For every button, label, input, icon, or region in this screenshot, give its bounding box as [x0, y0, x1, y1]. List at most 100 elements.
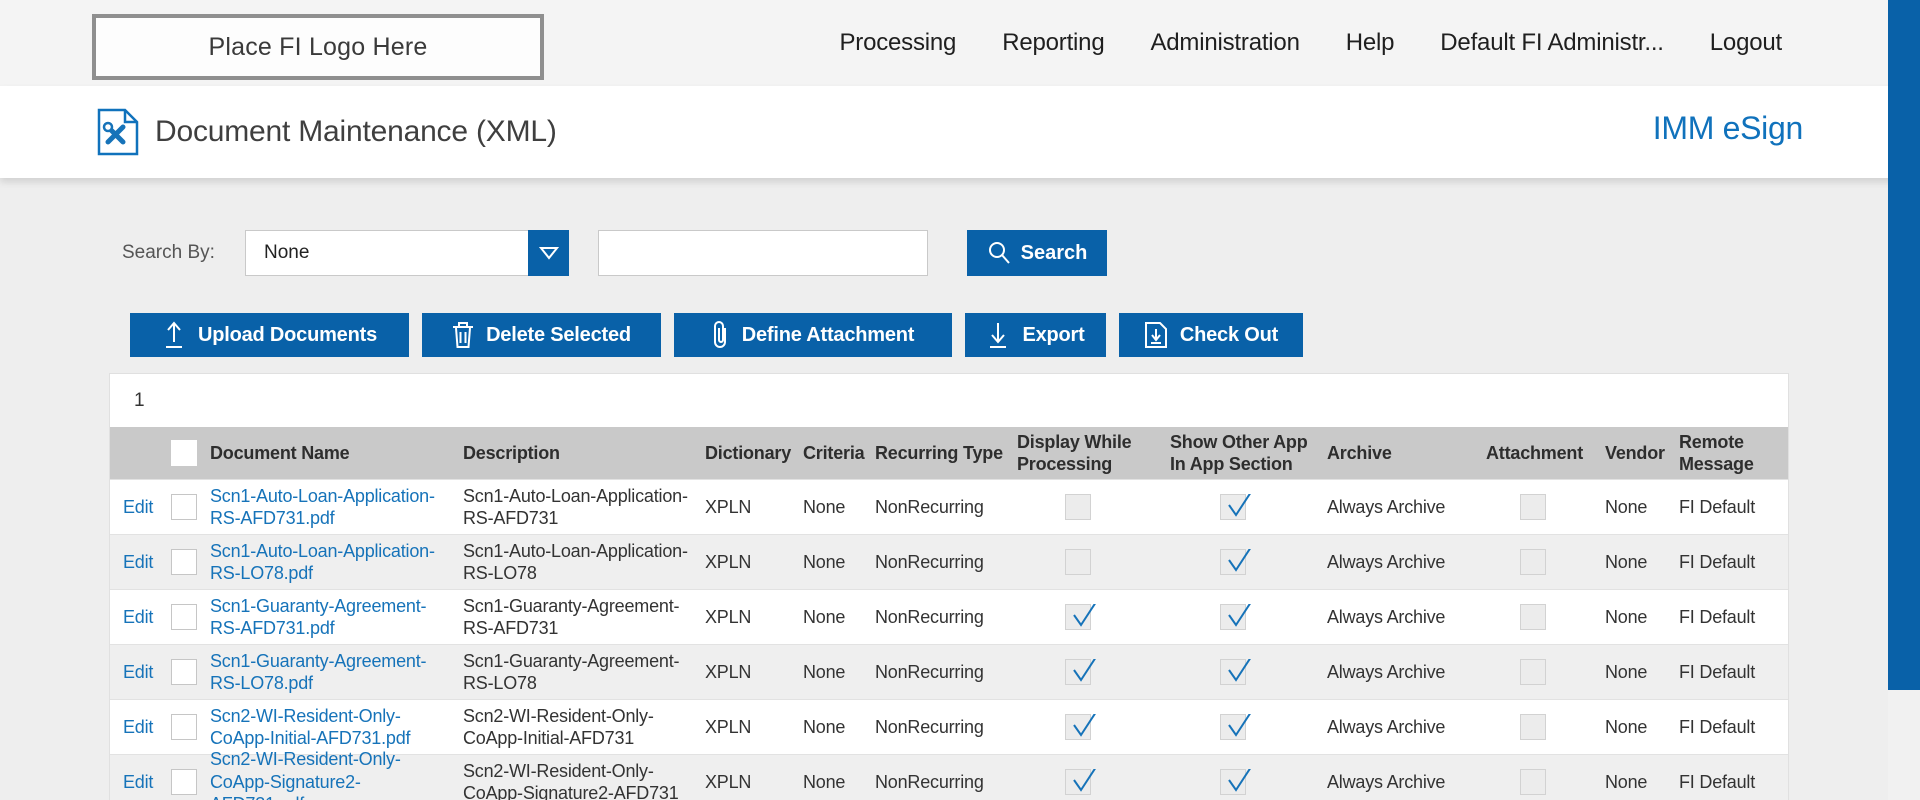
cell-desc: Scn1-Guaranty-Agreement-RS-AFD731 [458, 595, 698, 640]
row-select-checkbox[interactable] [171, 714, 197, 740]
cell-ven: None [1593, 716, 1668, 739]
select-all-checkbox[interactable] [171, 440, 197, 466]
nav-item-logout[interactable]: Logout [1710, 29, 1782, 57]
chevron-down-icon[interactable] [528, 230, 569, 276]
cell-desc: Scn2-WI-Resident-Only-CoApp-Initial-AFD7… [458, 705, 698, 750]
cell-name: Scn1-Guaranty-Agreement-RS-LO78.pdf [206, 650, 458, 695]
cell-dict: XPLN [698, 496, 793, 519]
cell-desc: Scn2-WI-Resident-Only-CoApp-Signature2-A… [458, 760, 698, 800]
nav-item-help[interactable]: Help [1346, 29, 1395, 57]
document-name-link[interactable]: Scn1-Guaranty-Agreement-RS-LO78.pdf [210, 650, 450, 695]
document-name-link[interactable]: Scn2-WI-Resident-Only-CoApp-Signature2-A… [210, 748, 450, 800]
table-row: EditScn1-Guaranty-Agreement-RS-LO78.pdfS… [110, 644, 1788, 699]
cell-check [161, 604, 206, 630]
document-name-link[interactable]: Scn1-Auto-Loan-Application-RS-LO78.pdf [210, 540, 450, 585]
cell-edit: Edit [110, 661, 161, 684]
table-row: Edit Scn1-Guaranty-Agreement-RS-AFD731.pd… [110, 589, 1788, 644]
header-select-all [161, 440, 206, 466]
cell-crit: None [793, 661, 863, 684]
cell-att [1473, 604, 1593, 630]
scrollbar-thumb[interactable] [1888, 0, 1920, 690]
edit-link[interactable]: Edit [123, 771, 161, 794]
display-while-processing-flag-checked [1065, 714, 1091, 740]
cell-ven: None [1593, 496, 1668, 519]
search-by-dropdown[interactable]: None [245, 230, 569, 276]
document-name-link[interactable]: Scn2-WI-Resident-Only-CoApp-Initial-AFD7… [210, 705, 450, 750]
search-by-selected-value: None [246, 242, 529, 264]
search-button-label: Search [1021, 242, 1088, 265]
header-display-while-processing: Display While Processing [1003, 431, 1153, 476]
edit-link[interactable]: Edit [123, 661, 161, 684]
cell-dwp [1003, 549, 1153, 575]
cell-arch: Always Archive [1313, 716, 1473, 739]
cell-desc: Scn1-Auto-Loan-Application-RS-LO78 [458, 540, 698, 585]
table-row: Edit Scn1-Auto-Loan-Application-RS-LO78.p… [110, 534, 1788, 589]
trash-icon [452, 321, 474, 349]
row-select-checkbox[interactable] [171, 604, 197, 630]
cell-name: Scn1-Guaranty-Agreement-RS-AFD731.pdf [206, 595, 458, 640]
upload-icon [162, 321, 186, 349]
table-row: Edit Scn1-Auto-Loan-Application-RS-AFD731… [110, 479, 1788, 534]
cell-rem: FI Default [1668, 496, 1790, 519]
define-attachment-button[interactable]: Define Attachment [674, 313, 952, 357]
cell-soa [1153, 714, 1313, 740]
show-other-app-flag-checked [1220, 494, 1246, 520]
row-select-checkbox[interactable] [171, 769, 197, 795]
header-criteria: Criteria [793, 442, 863, 465]
fi-logo-placeholder[interactable]: Place FI Logo Here [92, 14, 544, 80]
edit-link[interactable]: Edit [123, 716, 161, 739]
cell-rem: FI Default [1668, 661, 1790, 684]
check-out-button[interactable]: Check Out [1119, 313, 1303, 357]
cell-dict: XPLN [698, 716, 793, 739]
cell-dict: XPLN [698, 661, 793, 684]
search-button[interactable]: Search [967, 230, 1107, 276]
nav-item-reporting[interactable]: Reporting [1002, 29, 1104, 57]
upload-documents-label: Upload Documents [198, 324, 377, 347]
vertical-scrollbar[interactable] [1888, 0, 1920, 800]
document-name-link[interactable]: Scn1-Auto-Loan-Application-RS-AFD731.pdf [210, 485, 450, 530]
row-select-checkbox[interactable] [171, 659, 197, 685]
attachment-flag-unchecked [1520, 714, 1546, 740]
cell-name: Scn1-Auto-Loan-Application-RS-AFD731.pdf [206, 485, 458, 530]
nav-item-user-menu[interactable]: Default FI Administr... [1440, 29, 1663, 57]
page-number[interactable]: 1 [134, 390, 145, 412]
table-body: Edit Scn1-Auto-Loan-Application-RS-AFD731… [110, 479, 1788, 800]
cell-edit: Edit [110, 551, 161, 574]
search-input[interactable] [598, 230, 928, 276]
cell-dict: XPLN [698, 551, 793, 574]
attachment-flag-unchecked [1520, 549, 1546, 575]
nav-item-processing[interactable]: Processing [839, 29, 956, 57]
edit-link[interactable]: Edit [123, 496, 161, 519]
row-select-checkbox[interactable] [171, 549, 197, 575]
nav-item-administration[interactable]: Administration [1150, 29, 1299, 57]
edit-link[interactable]: Edit [123, 606, 161, 629]
header-document-name: Document Name [206, 442, 458, 465]
attachment-flag-unchecked [1520, 659, 1546, 685]
cell-soa [1153, 549, 1313, 575]
upload-documents-button[interactable]: Upload Documents [130, 313, 409, 357]
cell-ven: None [1593, 551, 1668, 574]
cell-rec: NonRecurring [863, 551, 1003, 574]
row-select-checkbox[interactable] [171, 494, 197, 520]
cell-edit: Edit [110, 716, 161, 739]
cell-ven: None [1593, 771, 1668, 794]
cell-dwp [1003, 604, 1153, 630]
display-while-processing-flag-checked [1065, 659, 1091, 685]
cell-crit: None [793, 716, 863, 739]
header-recurring-type: Recurring Type [863, 442, 1003, 465]
export-button[interactable]: Export [965, 313, 1106, 357]
cell-rem: FI Default [1668, 716, 1790, 739]
cell-soa [1153, 604, 1313, 630]
cell-soa [1153, 769, 1313, 795]
table-row: Edit Scn2-WI-Resident-Only-CoApp-Initial-… [110, 699, 1788, 754]
delete-selected-button[interactable]: Delete Selected [422, 313, 661, 357]
cell-check [161, 549, 206, 575]
cell-edit: Edit [110, 771, 161, 794]
header-archive: Archive [1313, 442, 1473, 465]
document-name-link[interactable]: Scn1-Guaranty-Agreement-RS-AFD731.pdf [210, 595, 450, 640]
pagination: 1 [110, 374, 1788, 427]
cell-rem: FI Default [1668, 606, 1790, 629]
nav-menu: Processing Reporting Administration Help… [839, 0, 1782, 86]
edit-link[interactable]: Edit [123, 551, 161, 574]
cell-crit: None [793, 496, 863, 519]
